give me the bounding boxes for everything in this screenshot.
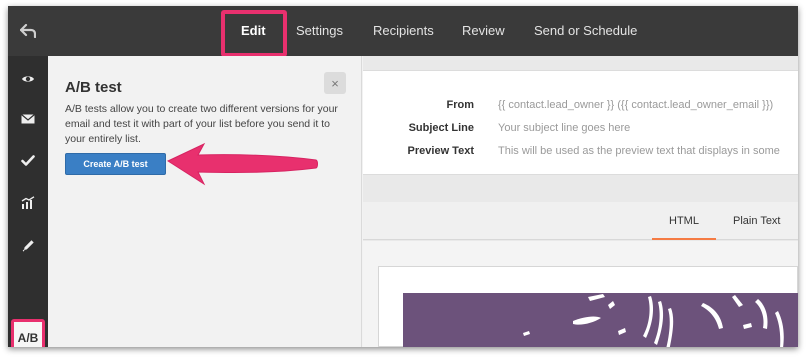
from-label: From [446, 99, 475, 111]
pencil-icon [22, 239, 34, 252]
panel-title: A/B test [65, 79, 122, 96]
edit-button[interactable] [8, 230, 48, 260]
tab-send-or-schedule[interactable]: Send or Schedule [534, 6, 637, 56]
envelope-icon [21, 114, 35, 124]
app-window: Edit Settings Recipients Review Send or … [8, 6, 798, 347]
content-tabs: HTML Plain Text [363, 202, 798, 240]
close-icon: × [331, 75, 339, 91]
tab-settings[interactable]: Settings [296, 6, 343, 56]
preview-button[interactable] [8, 64, 48, 94]
close-panel-button[interactable]: × [324, 72, 346, 94]
from-row: From {{ contact.lead_owner }} ({{ contac… [363, 99, 798, 119]
panel-description: A/B tests allow you to create two differ… [65, 103, 338, 145]
subject-label: Subject Line [408, 122, 474, 134]
tab-recipients[interactable]: Recipients [373, 6, 434, 56]
back-arrow-icon [20, 24, 36, 38]
callout-arrow-icon [166, 142, 318, 186]
tab-html[interactable]: HTML [652, 202, 716, 240]
create-ab-test-button[interactable]: Create A/B test [65, 153, 166, 175]
checkmark-icon [21, 154, 35, 166]
eye-icon [22, 76, 34, 82]
email-editor: From {{ contact.lead_owner }} ({{ contac… [363, 56, 798, 347]
tab-edit[interactable]: Edit [241, 6, 266, 56]
tab-review[interactable]: Review [462, 6, 505, 56]
email-button[interactable] [8, 104, 48, 134]
email-header-card: From {{ contact.lead_owner }} ({{ contac… [363, 70, 798, 175]
from-value[interactable]: {{ contact.lead_owner }} ({{ contact.lea… [498, 99, 798, 111]
hero-image[interactable] [403, 293, 798, 347]
subject-row: Subject Line Your subject line goes here [363, 122, 798, 142]
chart-icon [21, 195, 35, 209]
ab-test-button[interactable]: A/B [11, 319, 45, 347]
back-button[interactable] [8, 6, 48, 56]
preview-text-row: Preview Text This will be used as the pr… [363, 145, 798, 165]
analytics-button[interactable] [8, 187, 48, 217]
tab-plain-text[interactable]: Plain Text [733, 202, 781, 240]
preview-text-value[interactable]: This will be used as the preview text th… [498, 145, 798, 157]
hero-brush-pattern [523, 294, 784, 347]
checklist-button[interactable] [8, 145, 48, 175]
left-sidebar: A/B [8, 56, 48, 347]
preview-text-label: Preview Text [407, 145, 474, 157]
ab-test-panel: A/B test × A/B tests allow you to create… [48, 56, 362, 347]
top-nav-bar: Edit Settings Recipients Review Send or … [8, 6, 798, 57]
subject-value[interactable]: Your subject line goes here [498, 122, 798, 134]
